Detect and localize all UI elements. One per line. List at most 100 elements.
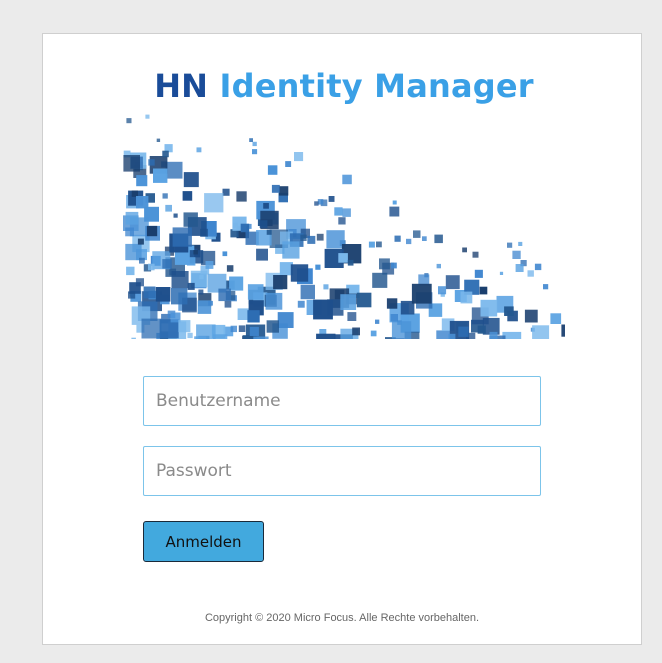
cubes-illustration <box>123 114 565 339</box>
cube-shape <box>183 172 199 188</box>
cube-shape <box>307 235 316 244</box>
cube-shape <box>256 248 268 261</box>
cube-shape <box>313 299 333 320</box>
cube-shape <box>141 318 162 339</box>
cube-shape <box>131 337 136 339</box>
cube-shape <box>187 257 196 266</box>
cube-shape <box>182 191 193 201</box>
cube-shape <box>434 234 443 244</box>
cube-shape <box>300 234 307 241</box>
cube-shape <box>515 264 524 272</box>
cube-shape <box>479 286 488 295</box>
cube-shape <box>375 319 380 324</box>
cube-shape <box>265 292 283 310</box>
cube-shape <box>236 191 247 202</box>
cube-shape <box>200 228 208 237</box>
username-input[interactable] <box>143 376 541 426</box>
cube-shape <box>240 223 250 233</box>
cube-shape <box>518 241 523 246</box>
cube-shape <box>266 320 279 333</box>
cube-shape <box>372 272 388 288</box>
cube-shape <box>370 330 377 337</box>
cube-shape <box>458 326 469 337</box>
cube-shape <box>347 312 357 321</box>
cube-shape <box>125 227 134 237</box>
cube-shape <box>391 338 405 339</box>
cube-shape <box>340 294 357 310</box>
cube-shape <box>183 212 198 227</box>
cube-shape <box>356 292 372 308</box>
cube-shape <box>252 141 257 147</box>
cube-shape <box>474 269 483 278</box>
cube-shape <box>267 165 278 175</box>
cube-shape <box>137 238 144 245</box>
cube-shape <box>524 309 538 323</box>
cube-shape <box>131 190 138 197</box>
cube-shape <box>162 259 172 269</box>
cube-shape <box>534 263 542 271</box>
cube-shape <box>285 161 292 167</box>
cube-shape <box>315 264 321 270</box>
cube-shape <box>136 196 149 209</box>
cube-shape <box>193 250 198 255</box>
cube-shape <box>282 241 300 259</box>
cube-shape <box>543 284 549 290</box>
cube-shape <box>418 274 430 286</box>
cube-shape <box>512 250 521 259</box>
cube-shape <box>347 259 354 266</box>
cube-shape <box>229 276 244 291</box>
cube-shape <box>527 270 534 277</box>
cube-shape <box>123 155 140 172</box>
cube-shape <box>499 271 504 275</box>
cube-shape <box>171 271 189 289</box>
cube-shape <box>472 251 479 258</box>
cube-shape <box>247 310 260 323</box>
cube-shape <box>187 282 195 290</box>
cube-shape <box>300 284 315 300</box>
login-button[interactable]: Anmelden <box>143 521 264 562</box>
cube-shape <box>376 241 382 248</box>
cube-shape <box>238 325 246 332</box>
cube-shape <box>448 333 456 339</box>
cube-shape <box>155 287 171 302</box>
cube-shape <box>249 138 253 142</box>
cube-shape <box>294 152 304 162</box>
cube-shape <box>171 288 188 305</box>
cube-shape <box>411 283 432 304</box>
cube-shape <box>445 275 460 290</box>
cube-shape <box>196 147 202 153</box>
cube-shape <box>460 291 473 304</box>
app-title-prefix: HN <box>154 67 209 105</box>
cube-shape <box>242 335 250 339</box>
cube-shape <box>323 284 329 290</box>
cube-shape <box>532 325 550 339</box>
cube-shape <box>368 241 375 248</box>
cube-shape <box>273 275 288 290</box>
cube-shape <box>389 206 400 217</box>
cube-shape <box>266 229 272 235</box>
cube-shape <box>259 220 268 228</box>
cube-shape <box>204 193 224 213</box>
cube-shape <box>338 253 348 263</box>
cube-shape <box>136 175 148 187</box>
cube-shape <box>422 236 427 241</box>
cube-shape <box>126 266 135 276</box>
password-input[interactable] <box>143 446 541 496</box>
cube-shape <box>314 201 319 206</box>
cube-shape <box>156 138 161 142</box>
cube-shape <box>126 118 132 124</box>
copyright-text: Copyright © 2020 Micro Focus. Alle Recht… <box>204 612 480 624</box>
cube-shape <box>477 325 486 334</box>
login-card: HN Identity Manager Anmelden Copyright ©… <box>42 33 642 645</box>
cube-shape <box>550 313 562 324</box>
cube-shape <box>390 314 398 322</box>
cube-shape <box>249 326 259 336</box>
cube-shape <box>222 251 228 257</box>
cube-shape <box>413 230 421 238</box>
cube-shape <box>352 327 360 336</box>
cube-shape <box>125 243 142 261</box>
cube-shape <box>386 298 398 309</box>
cube-shape <box>139 257 145 264</box>
cube-shape <box>162 150 169 158</box>
cube-shape <box>342 174 352 185</box>
